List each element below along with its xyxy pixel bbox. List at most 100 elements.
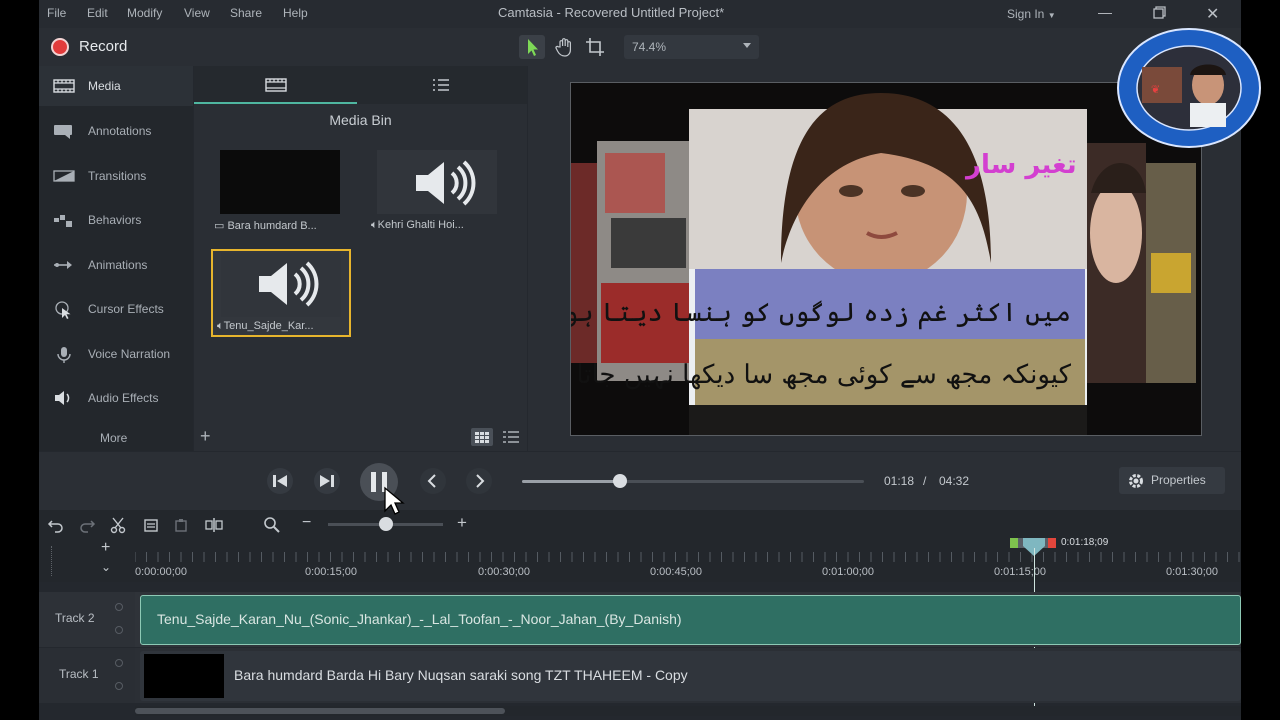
previous-marker-icon[interactable]	[419, 467, 447, 495]
list-view-icon[interactable]	[500, 428, 522, 446]
current-time: 01:18	[884, 474, 915, 488]
ruler-label: 0:01:30;00	[1166, 566, 1218, 578]
scrubber-handle[interactable]	[613, 474, 628, 488]
add-track-icon[interactable]: +	[101, 539, 110, 557]
speaker-icon	[259, 261, 319, 307]
paste-icon[interactable]	[172, 516, 190, 534]
menu-bar: File Edit Modify View Share Help Camtasi…	[39, 0, 1241, 28]
out-point-marker[interactable]	[1048, 538, 1056, 548]
channel-watermark-logo: ❦	[1116, 27, 1262, 149]
sidebar-item-label: Audio Effects	[88, 391, 159, 405]
svg-text:❦: ❦	[1151, 83, 1160, 96]
svg-text:میں اکثر غم زدہ لوگوں کو ہنسا: میں اکثر غم زدہ لوگوں کو ہنسا دیتا ہوں	[571, 298, 1071, 330]
total-time: 04:32	[939, 474, 970, 488]
ruler-label: 0:00:30;00	[478, 566, 530, 578]
media-bin-tab-icon[interactable]	[265, 77, 287, 98]
clip-label: Tenu_Sajde_Karan_Nu_(Sonic_Jhankar)_-_La…	[157, 611, 682, 627]
speaker-icon	[416, 160, 476, 206]
svg-text:تغیر سار: تغیر سار	[964, 150, 1077, 180]
cut-icon[interactable]	[109, 516, 127, 534]
crop-icon[interactable]	[582, 35, 608, 59]
media-item-label: Kehri Ghalti Hoi...	[377, 219, 464, 231]
video-preview[interactable]: تغیر سار میں اکثر غم زدہ لوگوں کو ہنسا د…	[570, 82, 1202, 436]
window-title: Camtasia - Recovered Untitled Project*	[498, 5, 725, 20]
eye-icon[interactable]	[115, 626, 123, 634]
scrubber[interactable]	[522, 480, 864, 483]
chevron-down-icon[interactable]: ⌄	[101, 560, 111, 574]
sidebar-item-label: Media	[88, 79, 121, 93]
pan-hand-icon[interactable]	[551, 35, 577, 59]
zoom-magnifier-icon[interactable]	[263, 516, 281, 534]
media-item-label: Tenu_Sajde_Kar...	[223, 320, 314, 332]
timeline-horizontal-scrollbar[interactable]	[135, 706, 1241, 716]
add-media-button[interactable]: +	[200, 426, 211, 447]
audio-clip[interactable]: Tenu_Sajde_Karan_Nu_(Sonic_Jhankar)_-_La…	[140, 595, 1241, 645]
sidebar-item-animations[interactable]: Animations	[39, 245, 193, 285]
speaker-icon	[53, 390, 75, 406]
split-icon[interactable]	[205, 516, 223, 534]
media-item-audio[interactable]: 🔈︎Kehri Ghalti Hoi...	[367, 148, 507, 236]
menu-file[interactable]: File	[47, 6, 66, 20]
video-clip[interactable]: Bara humdard Barda Hi Bary Nuqsan saraki…	[140, 651, 1241, 701]
step-back-icon[interactable]	[266, 467, 294, 495]
menu-help[interactable]: Help	[283, 6, 308, 20]
sidebar-item-media[interactable]: Media	[39, 66, 193, 106]
scrubber-progress	[522, 480, 621, 483]
sidebar-item-label: Animations	[88, 258, 148, 272]
zoom-in-icon[interactable]: +	[457, 513, 475, 532]
media-bin-panel: Media Bin ▭ Bara humdard B... 🔈︎Kehri Gh…	[194, 66, 527, 451]
track-2-header[interactable]: Track 2	[39, 592, 135, 647]
restore-icon[interactable]	[1153, 6, 1166, 22]
menu-edit[interactable]: Edit	[87, 6, 108, 20]
pointer-tool-icon[interactable]	[519, 35, 545, 59]
sidebar-item-cursor-effects[interactable]: Cursor Effects	[39, 289, 193, 329]
close-icon[interactable]: ✕	[1206, 4, 1219, 24]
menu-share[interactable]: Share	[230, 6, 262, 20]
transition-icon	[53, 168, 75, 184]
redo-icon[interactable]	[78, 516, 96, 534]
gear-icon	[1127, 472, 1145, 495]
library-list-icon[interactable]	[432, 77, 450, 98]
zoom-dropdown[interactable]: 74.4%	[624, 35, 759, 59]
step-forward-icon[interactable]	[313, 467, 341, 495]
more-button[interactable]: More	[100, 431, 127, 445]
sidebar-item-audio-effects[interactable]: Audio Effects	[39, 378, 193, 418]
next-marker-icon[interactable]	[465, 467, 493, 495]
video-thumbnail	[220, 150, 340, 214]
eye-icon[interactable]	[115, 682, 123, 690]
sidebar-item-transitions[interactable]: Transitions	[39, 156, 193, 196]
timeline-toolbar: − +	[39, 510, 1241, 540]
track-name: Track 1	[59, 667, 99, 681]
properties-button[interactable]: Properties	[1119, 467, 1225, 494]
track-height-slider[interactable]	[51, 546, 57, 576]
sidebar-item-voice-narration[interactable]: Voice Narration	[39, 334, 193, 374]
sign-in-menu[interactable]: Sign In ▼	[1007, 7, 1056, 21]
time-separator: /	[923, 474, 927, 488]
media-item-audio-selected[interactable]: 🔈︎Tenu_Sajde_Kar...	[211, 249, 351, 337]
film-strip-icon: ▭	[214, 220, 228, 232]
grid-view-icon[interactable]	[471, 428, 493, 446]
media-tabs	[194, 66, 527, 104]
zoom-value: 74.4%	[632, 40, 667, 54]
lock-icon[interactable]	[115, 659, 123, 667]
zoom-out-icon[interactable]: −	[302, 514, 320, 532]
track-1-header[interactable]: Track 1	[39, 648, 135, 703]
undo-icon[interactable]	[47, 516, 65, 534]
menu-modify[interactable]: Modify	[127, 6, 162, 20]
sidebar-item-annotations[interactable]: Annotations	[39, 111, 193, 151]
media-item-video[interactable]: ▭ Bara humdard B...	[210, 148, 350, 236]
chevron-down-icon	[743, 43, 751, 48]
minimize-icon[interactable]: —	[1098, 4, 1112, 20]
sign-in-label: Sign In	[1007, 7, 1045, 21]
properties-label: Properties	[1151, 473, 1206, 487]
camtasia-window: File Edit Modify View Share Help Camtasi…	[39, 0, 1241, 720]
playback-controls: 01:18 / 04:32 Properties	[39, 452, 1241, 510]
menu-view[interactable]: View	[184, 6, 210, 20]
playhead-time: 0:01:18;09	[1061, 537, 1109, 548]
speaker-icon: 🔈︎	[217, 320, 224, 332]
in-point-marker[interactable]	[1010, 538, 1018, 548]
sidebar-item-behaviors[interactable]: Behaviors	[39, 200, 193, 240]
lock-icon[interactable]	[115, 603, 123, 611]
scrollbar-thumb[interactable]	[135, 708, 505, 714]
copy-icon[interactable]	[142, 516, 160, 534]
